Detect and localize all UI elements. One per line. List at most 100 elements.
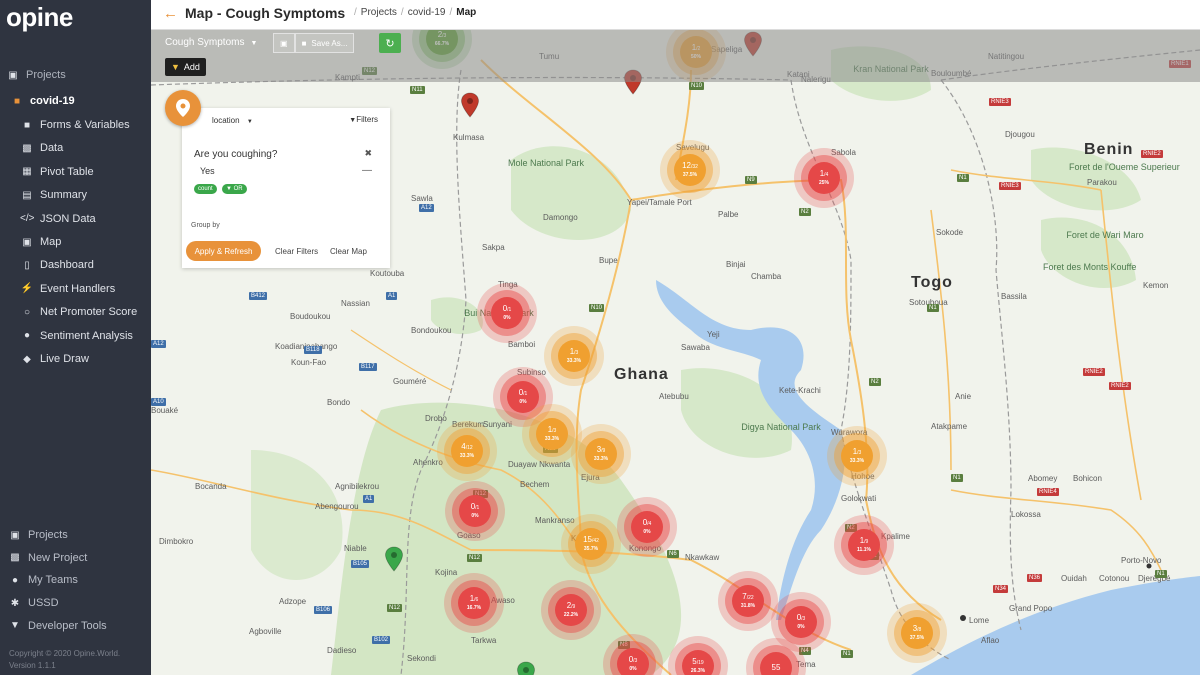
map-cluster[interactable]: 1/6 16.7% [444, 573, 504, 633]
cluster-core: 1/3 33.3% [536, 418, 568, 450]
map-label: Kojina [435, 568, 458, 577]
map-cluster[interactable]: 1/9 11.1% [834, 515, 894, 575]
cluster-core: 12/32 37.5% [674, 154, 706, 186]
cluster-percent: 37.5% [682, 171, 698, 178]
breadcrumb-projects[interactable]: Projects [361, 7, 397, 18]
cluster-denominator: 19 [698, 659, 704, 666]
filters-toggle[interactable]: ▼Filters [349, 115, 378, 124]
sidebar-item-label: Data [40, 142, 64, 155]
cluster-percent: 33.3% [849, 457, 865, 464]
cluster-ring: 3/9 33.3% [578, 431, 624, 477]
minus-icon[interactable]: — [362, 165, 372, 176]
cluster-numerator: 12 [682, 160, 691, 170]
cube-icon: ■ [13, 95, 21, 107]
map-pin-icon[interactable] [384, 546, 404, 572]
document-button[interactable]: ▣ [273, 33, 295, 53]
save-as-label: Save As... [311, 38, 348, 48]
users-icon: ● [11, 574, 19, 586]
sidebar-item-map[interactable]: ▣ Map [0, 231, 151, 253]
cluster-count: 12/32 [682, 160, 698, 171]
clear-filters-button[interactable]: Clear Filters [275, 247, 318, 256]
sidebar-item-data[interactable]: ▩ Data [0, 137, 151, 159]
cluster-percent: 11.1% [857, 546, 871, 553]
road-shield: B106 [314, 606, 333, 614]
sidebar-item-projects[interactable]: ▣ Projects [0, 64, 151, 86]
cluster-core: 0/1 0% [491, 297, 523, 329]
cubes-icon: ▣ [10, 529, 20, 541]
cluster-percent: 33.3% [544, 435, 560, 442]
sidebar-item-pivot-table[interactable]: ▦ Pivot Table [0, 161, 151, 183]
location-button[interactable] [165, 90, 201, 126]
sidebar-item-sentiment-analysis[interactable]: ● Sentiment Analysis [0, 325, 151, 347]
road-shield: A12 [151, 340, 166, 348]
road-shield: RNIE3 [999, 182, 1021, 190]
map-cluster[interactable]: 15/42 35.7% [561, 514, 621, 574]
close-icon[interactable]: ✖ [364, 148, 372, 159]
sidebar-item-dashboard[interactable]: ▯ Dashboard [0, 254, 151, 276]
sidebar-bottom-developer-tools[interactable]: ▼ Developer Tools [0, 615, 151, 637]
map-pin-icon[interactable] [460, 92, 480, 118]
map-label: Koun-Fao [291, 358, 327, 367]
sidebar-item-summary[interactable]: ▤ Summary [0, 184, 151, 206]
cluster-percent: 25% [818, 179, 829, 186]
count-chip[interactable]: count [194, 184, 217, 194]
road-shield: N34 [993, 585, 1009, 593]
map-cluster[interactable]: 1/3 33.3% [544, 326, 604, 386]
cluster-denominator: 4 [648, 520, 652, 527]
apply-refresh-button[interactable]: Apply & Refresh [186, 241, 261, 261]
form-select-value: Cough Symptoms [165, 37, 245, 48]
map-cluster[interactable]: 1/3 33.3% [827, 426, 887, 486]
sidebar-item-forms-variables[interactable]: ■ Forms & Variables [0, 114, 151, 136]
sidebar-bottom-ussd[interactable]: ✱ USSD [0, 592, 151, 614]
back-arrow-icon[interactable]: ← [163, 5, 178, 22]
map-cluster[interactable]: 3/8 37.5% [887, 603, 947, 663]
copyright-text: Copyright © 2020 Opine.World. [9, 649, 121, 658]
map-cluster[interactable]: 1/4 25% [794, 148, 854, 208]
refresh-button[interactable]: ↻ [379, 33, 401, 53]
road-shield: N11 [410, 86, 425, 94]
map-cluster[interactable]: 2/9 22.2% [541, 580, 601, 640]
map-label: Drobo [425, 414, 447, 423]
filter-panel: location ▼ ▼Filters Are you coughing? ✖ … [182, 108, 390, 268]
cluster-ring: 1/9 11.1% [841, 522, 887, 568]
map-label: Sawla [411, 194, 433, 203]
chart-icon: ▯ [24, 259, 30, 271]
cluster-ring: 7/22 31.8% [725, 578, 771, 624]
map-cluster[interactable]: 12/32 37.5% [660, 140, 720, 200]
sidebar-bottom-my-teams[interactable]: ● My Teams [0, 569, 151, 591]
sidebar-item-net-promoter-score[interactable]: ○ Net Promoter Score [0, 301, 151, 323]
sidebar-item-label: Event Handlers [40, 282, 116, 295]
add-button[interactable]: ▼ Add [165, 58, 206, 76]
sidebar-item-json-data[interactable]: </> JSON Data [0, 208, 151, 230]
sidebar-item-event-handlers[interactable]: ⚡ Event Handlers [0, 278, 151, 300]
cluster-percent: 0% [629, 665, 637, 672]
map-label: Tarkwa [471, 636, 497, 645]
map-cluster[interactable]: 4/12 33.3% [437, 421, 497, 481]
save-as-button[interactable]: ■ Save As... [294, 33, 355, 53]
sidebar-item-live-draw[interactable]: ◆ Live Draw [0, 348, 151, 370]
breadcrumb-covid-19[interactable]: covid-19 [408, 7, 446, 18]
map-cluster[interactable]: 0/1 0% [445, 481, 505, 541]
breadcrumb: / Projects / covid-19 / Map [354, 7, 476, 18]
sidebar-item-label: Sentiment Analysis [40, 329, 133, 342]
opine-logo[interactable]: opine [6, 2, 73, 33]
clear-map-button[interactable]: Clear Map [330, 247, 367, 256]
cluster-denominator: 9 [865, 538, 869, 545]
map-cluster[interactable]: 0/1 0% [477, 283, 537, 343]
or-chip[interactable]: ▼ OR [222, 184, 247, 194]
cluster-ring: 0/1 0% [452, 488, 498, 534]
road-shield: N9 [745, 176, 757, 184]
map-label: Abomey [1028, 474, 1058, 483]
sidebar-item-covid-19[interactable]: ■ covid-19 [0, 90, 151, 112]
map-cluster[interactable]: 7/22 31.8% [718, 571, 778, 631]
or-chip-label: OR [233, 186, 243, 192]
map-label: Anie [955, 392, 972, 401]
sidebar-bottom-projects[interactable]: ▣ Projects [0, 524, 151, 546]
map-cluster[interactable]: 0/4 0% [617, 497, 677, 557]
cluster-count: 0/3 [629, 655, 638, 665]
form-select[interactable]: Cough Symptoms ▼ [165, 37, 257, 48]
map-cluster[interactable]: 3/9 33.3% [571, 424, 631, 484]
map-pin-icon[interactable] [516, 661, 536, 675]
sidebar-bottom-new-project[interactable]: ▩ New Project [0, 547, 151, 569]
location-select[interactable]: location ▼ [212, 116, 253, 125]
